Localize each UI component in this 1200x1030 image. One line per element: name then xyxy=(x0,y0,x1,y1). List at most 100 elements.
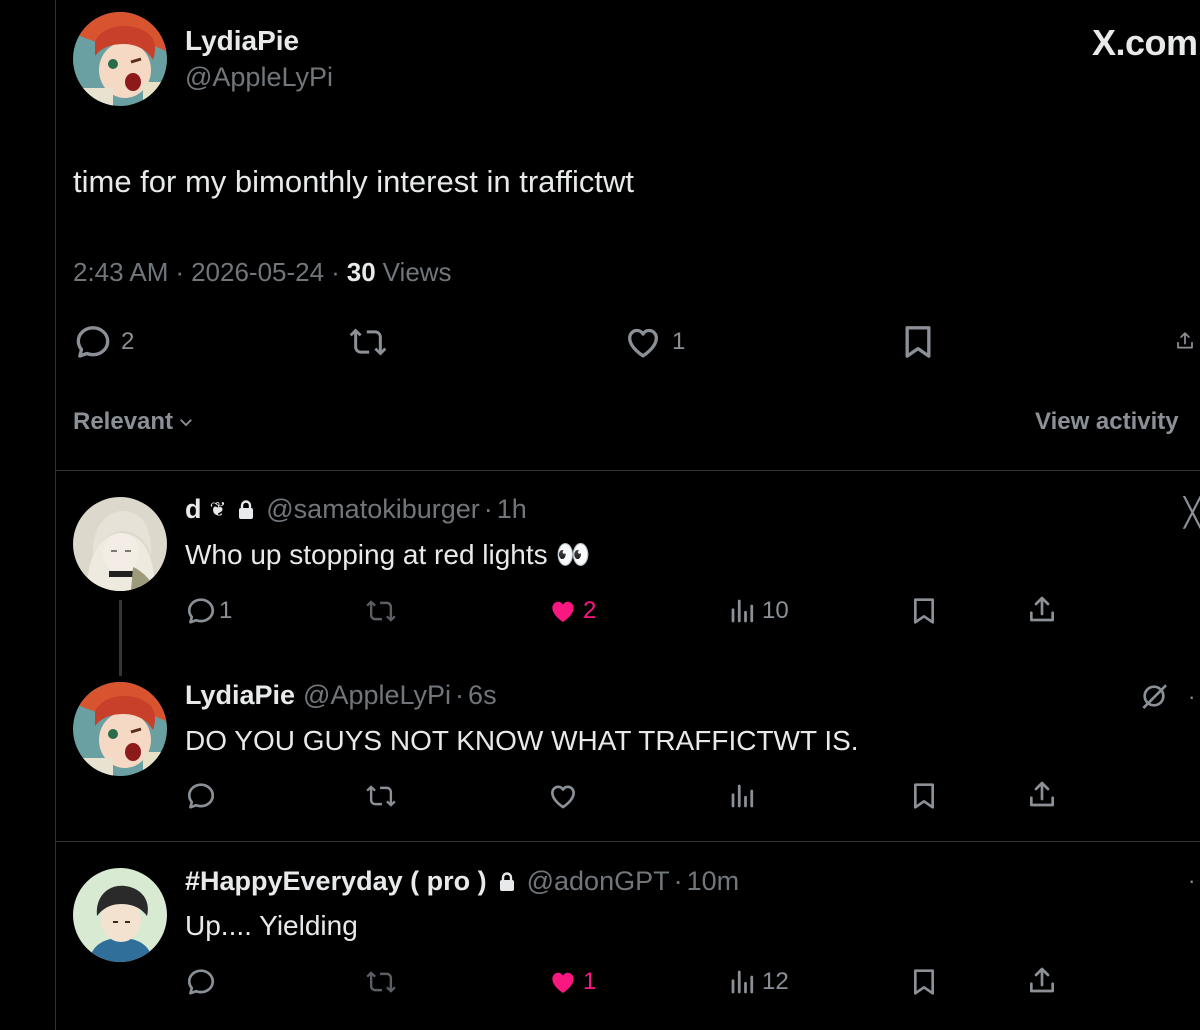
handle[interactable]: @AppleLyPi xyxy=(185,62,333,93)
views-button[interactable]: 10 xyxy=(728,595,789,627)
view-count: 10 xyxy=(762,597,789,624)
view-activity-link[interactable]: View activity xyxy=(1035,408,1179,436)
grok-icon[interactable] xyxy=(1138,680,1170,712)
handle[interactable]: @AppleLyPi xyxy=(303,680,451,711)
heart-icon xyxy=(545,595,581,627)
tweet-meta: 2:43 AM · 2026-05-24 · 30 Views xyxy=(73,257,452,288)
share-icon xyxy=(1170,320,1200,362)
share-button[interactable] xyxy=(1170,320,1200,362)
reply-count: 2 xyxy=(121,328,135,355)
retweet-icon xyxy=(363,595,399,627)
share-icon xyxy=(1026,965,1058,997)
share-button[interactable] xyxy=(1026,965,1058,997)
share-button[interactable] xyxy=(1026,594,1058,626)
reply-header: LydiaPie @AppleLyPi · 6s xyxy=(185,680,497,711)
reply-text: Who up stopping at red lights 👀 xyxy=(185,539,591,570)
reply-text: Up.... Yielding xyxy=(185,910,358,941)
share-button[interactable] xyxy=(1026,779,1058,811)
retweet-button[interactable] xyxy=(363,595,399,627)
like-count: 1 xyxy=(672,328,686,355)
sort-label: Relevant xyxy=(73,408,174,435)
meta-separator: · xyxy=(673,866,683,896)
like-button[interactable] xyxy=(545,780,581,812)
bookmark-icon xyxy=(908,595,940,627)
reply-button[interactable]: 2 xyxy=(73,322,134,362)
x-watermark: X.com xyxy=(1092,22,1198,63)
display-name[interactable]: LydiaPie xyxy=(185,25,299,57)
like-button[interactable]: 1 xyxy=(622,322,685,362)
heart-icon xyxy=(545,966,581,998)
emoji-badge: ❦ xyxy=(209,499,227,521)
tweet-text: time for my bimonthly interest in traffi… xyxy=(73,164,635,199)
heart-icon xyxy=(545,780,581,812)
reply-button[interactable] xyxy=(185,780,217,812)
meta-separator: · xyxy=(175,257,185,287)
views-button[interactable]: 12 xyxy=(728,966,789,998)
handle[interactable]: @adonGPT xyxy=(527,866,670,897)
reply-icon xyxy=(185,966,217,998)
reply-time[interactable]: 6s xyxy=(468,680,497,711)
timeline-left-border xyxy=(55,0,56,1030)
lock-icon xyxy=(234,498,258,522)
meta-separator: · xyxy=(331,257,340,287)
reply-button[interactable] xyxy=(185,966,217,998)
reply-icon xyxy=(73,322,113,362)
chevron-down-icon xyxy=(180,419,192,427)
avatar[interactable] xyxy=(73,12,167,106)
heart-icon xyxy=(622,322,664,362)
views-label: Views xyxy=(382,257,452,287)
share-icon xyxy=(1026,594,1058,626)
thread-line xyxy=(119,600,122,676)
retweet-button[interactable] xyxy=(363,780,399,812)
sort-dropdown[interactable]: Relevant xyxy=(73,408,195,436)
like-button[interactable]: 2 xyxy=(545,595,596,627)
reply-time[interactable]: 1h xyxy=(497,494,527,525)
bookmark-icon xyxy=(908,966,940,998)
more-icon[interactable]: · xyxy=(1188,868,1195,894)
meta-separator: · xyxy=(483,494,493,524)
more-icon[interactable]: · xyxy=(1188,684,1195,710)
like-count: 1 xyxy=(583,968,597,995)
bookmark-button[interactable] xyxy=(908,966,940,998)
like-button[interactable]: 1 xyxy=(545,966,596,998)
divider xyxy=(56,470,1200,471)
retweet-icon xyxy=(363,966,399,998)
bookmark-button[interactable] xyxy=(908,595,940,627)
views-icon xyxy=(728,595,758,627)
bookmark-button[interactable] xyxy=(908,780,940,812)
retweet-button[interactable] xyxy=(363,966,399,998)
retweet-button[interactable] xyxy=(346,322,390,362)
lock-icon xyxy=(495,870,519,894)
avatar[interactable] xyxy=(73,497,167,591)
avatar[interactable] xyxy=(73,682,167,776)
share-icon xyxy=(1026,779,1058,811)
divider xyxy=(56,841,1200,842)
meta-separator: · xyxy=(455,680,465,710)
reply-button[interactable]: 1 xyxy=(185,595,232,627)
avatar[interactable] xyxy=(73,868,167,962)
reply-header: d ❦ @samatokiburger · 1h xyxy=(185,494,527,525)
reply-text: DO YOU GUYS NOT KNOW WHAT TRAFFICTWT IS. xyxy=(185,725,859,756)
views-icon xyxy=(728,966,758,998)
reply-count: 1 xyxy=(219,597,233,624)
reply-header: #HappyEveryday ( pro ) @adonGPT · 10m xyxy=(185,866,739,897)
reply-icon xyxy=(185,595,217,627)
tweet-time[interactable]: 2:43 AM xyxy=(73,257,168,288)
tweet-date[interactable]: 2026-05-24 xyxy=(191,257,324,288)
reply-icon xyxy=(185,780,217,812)
reply-time[interactable]: 10m xyxy=(687,866,740,897)
view-count: 12 xyxy=(762,968,789,995)
display-name[interactable]: #HappyEveryday ( pro ) xyxy=(185,866,487,897)
like-count: 2 xyxy=(583,597,597,624)
display-name[interactable]: LydiaPie xyxy=(185,680,295,711)
views-icon xyxy=(728,780,758,812)
close-icon[interactable]: ╳ xyxy=(1184,496,1200,529)
bookmark-button[interactable] xyxy=(898,322,938,362)
views-count: 30 xyxy=(346,257,376,287)
display-name[interactable]: d xyxy=(185,494,202,525)
bookmark-icon xyxy=(908,780,940,812)
bookmark-icon xyxy=(898,322,938,362)
handle[interactable]: @samatokiburger xyxy=(266,494,480,525)
views-button[interactable] xyxy=(728,780,758,812)
retweet-icon xyxy=(363,780,399,812)
